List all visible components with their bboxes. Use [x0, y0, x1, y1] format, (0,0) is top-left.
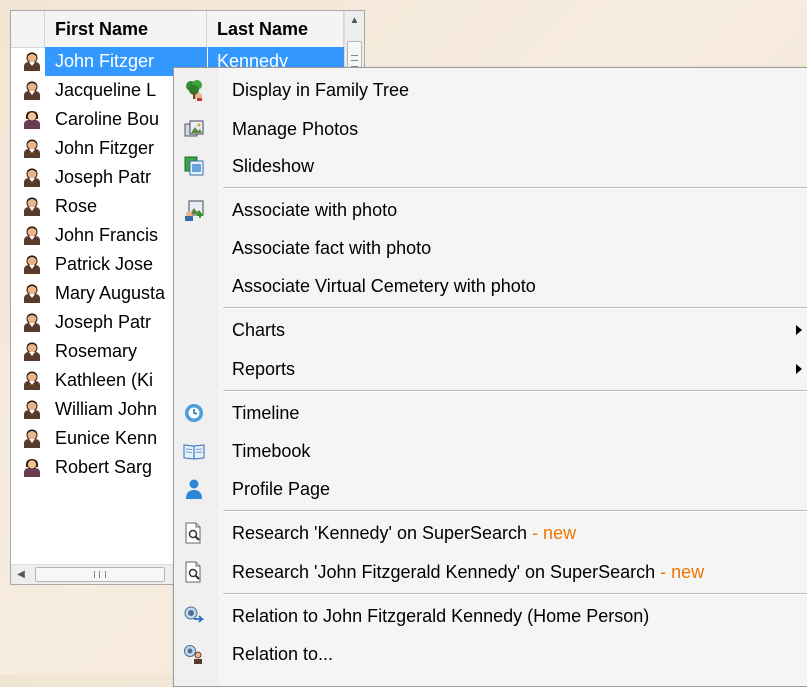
- person-icon: [21, 400, 43, 420]
- menu-item-text: Relation to...: [232, 644, 334, 664]
- menu-separator: [223, 390, 807, 392]
- menu-separator: [223, 187, 807, 189]
- menu-item-label: Research 'Kennedy' on SuperSearch - new: [232, 516, 576, 550]
- research-icon: [183, 522, 205, 544]
- person-icon: [21, 81, 43, 101]
- scroll-up-arrow[interactable]: ▲: [345, 11, 364, 31]
- menu-item-text: Slideshow: [232, 156, 315, 176]
- menu-item-label: Profile Page: [232, 472, 330, 506]
- menu-item-label: Relation to...: [232, 637, 333, 671]
- menu-item-label: Charts: [232, 313, 285, 347]
- profile-icon: [183, 478, 205, 500]
- menu-item-charts[interactable]: Charts: [174, 313, 807, 347]
- person-icon: [21, 342, 43, 362]
- grid-header: First Name Last Name: [11, 11, 344, 48]
- menu-item-slideshow[interactable]: Slideshow: [174, 149, 807, 183]
- timebook-icon: [183, 440, 205, 462]
- menu-item-text: Timeline: [232, 403, 300, 423]
- menu-item-text: Timebook: [232, 441, 311, 461]
- submenu-arrow-icon: [796, 364, 802, 374]
- menu-item-associate-fact-with-photo[interactable]: Associate fact with photo: [174, 231, 807, 265]
- menu-item-label: Associate with photo: [232, 193, 397, 227]
- slideshow-icon: [183, 155, 205, 177]
- menu-item-profile-page[interactable]: Profile Page: [174, 472, 807, 506]
- timeline-icon: [183, 402, 205, 424]
- menu-item-label: Timeline: [232, 396, 299, 430]
- menu-item-label: Manage Photos: [232, 112, 358, 146]
- menu-item-label: Timebook: [232, 434, 310, 468]
- menu-item-label: Associate Virtual Cemetery with photo: [232, 269, 536, 303]
- menu-item-associate-with-photo[interactable]: Associate with photo: [174, 193, 807, 227]
- menu-separator: [223, 593, 807, 595]
- menu-item-label: Slideshow: [232, 149, 314, 183]
- associate-photo-icon: [183, 199, 205, 221]
- person-female-icon: [21, 458, 43, 478]
- person-icon: [21, 284, 43, 304]
- person-icon: [21, 313, 43, 333]
- menu-item-research-kennedy-on-supersearch[interactable]: Research 'Kennedy' on SuperSearch - new: [174, 516, 807, 550]
- person-icon: [21, 226, 43, 246]
- scroll-left-arrow[interactable]: ◀: [11, 565, 31, 584]
- person-icon: [21, 429, 43, 449]
- menu-item-label: Reports: [232, 352, 295, 386]
- menu-item-relation-to-john-fitzgerald-kennedy-home-person[interactable]: Relation to John Fitzgerald Kennedy (Hom…: [174, 599, 807, 633]
- menu-item-text: Relation to John Fitzgerald Kennedy (Hom…: [232, 606, 650, 626]
- menu-item-text: Charts: [232, 320, 286, 340]
- menu-item-reports[interactable]: Reports: [174, 352, 807, 386]
- menu-item-timeline[interactable]: Timeline: [174, 396, 807, 430]
- person-icon: [21, 139, 43, 159]
- column-header-icon[interactable]: [11, 11, 45, 47]
- menu-item-display-in-family-tree[interactable]: Display in Family Tree: [174, 73, 807, 107]
- menu-item-relation-to[interactable]: Relation to...: [174, 637, 807, 671]
- context-menu: Display in Family Tree Manage Photos Slide…: [173, 67, 807, 687]
- relation-people-icon: [183, 643, 205, 665]
- column-header-first-name[interactable]: First Name: [45, 11, 207, 47]
- menu-item-research-john-fitzgerald-kennedy-on-supersearch[interactable]: Research 'John Fitzgerald Kennedy' on Su…: [174, 555, 807, 589]
- person-icon: [21, 197, 43, 217]
- horizontal-scroll-thumb[interactable]: [35, 567, 165, 582]
- column-header-last-name[interactable]: Last Name: [207, 11, 344, 47]
- new-tag: - new: [527, 523, 577, 543]
- person-icon: [21, 52, 43, 72]
- menu-separator: [223, 307, 807, 309]
- research-icon: [183, 561, 205, 583]
- family-tree-icon: [183, 79, 205, 101]
- photos-icon: [183, 118, 205, 140]
- menu-item-label: Associate fact with photo: [232, 231, 431, 265]
- new-tag: - new: [655, 562, 705, 582]
- menu-item-text: Associate Virtual Cemetery with photo: [232, 276, 536, 296]
- menu-item-label: Relation to John Fitzgerald Kennedy (Hom…: [232, 599, 649, 633]
- menu-item-text: Research 'Kennedy' on SuperSearch: [232, 523, 528, 543]
- person-female-icon: [21, 110, 43, 130]
- menu-item-label: Display in Family Tree: [232, 73, 409, 107]
- menu-item-text: Associate fact with photo: [232, 238, 432, 258]
- menu-item-text: Display in Family Tree: [232, 80, 410, 100]
- menu-item-manage-photos[interactable]: Manage Photos: [174, 112, 807, 146]
- menu-item-text: Reports: [232, 359, 296, 379]
- relation-icon: [183, 605, 205, 627]
- grip-icon: [94, 571, 106, 578]
- person-icon: [21, 168, 43, 188]
- menu-item-timebook[interactable]: Timebook: [174, 434, 807, 468]
- menu-item-text: Research 'John Fitzgerald Kennedy' on Su…: [232, 562, 656, 582]
- menu-item-associate-virtual-cemetery-with-photo[interactable]: Associate Virtual Cemetery with photo: [174, 269, 807, 303]
- person-icon: [21, 255, 43, 275]
- menu-separator: [223, 510, 807, 512]
- menu-item-text: Manage Photos: [232, 119, 359, 139]
- submenu-arrow-icon: [796, 325, 802, 335]
- menu-item-label: Research 'John Fitzgerald Kennedy' on Su…: [232, 555, 704, 589]
- grip-icon: [351, 55, 358, 67]
- menu-item-text: Associate with photo: [232, 200, 398, 220]
- menu-item-text: Profile Page: [232, 479, 331, 499]
- person-icon: [21, 371, 43, 391]
